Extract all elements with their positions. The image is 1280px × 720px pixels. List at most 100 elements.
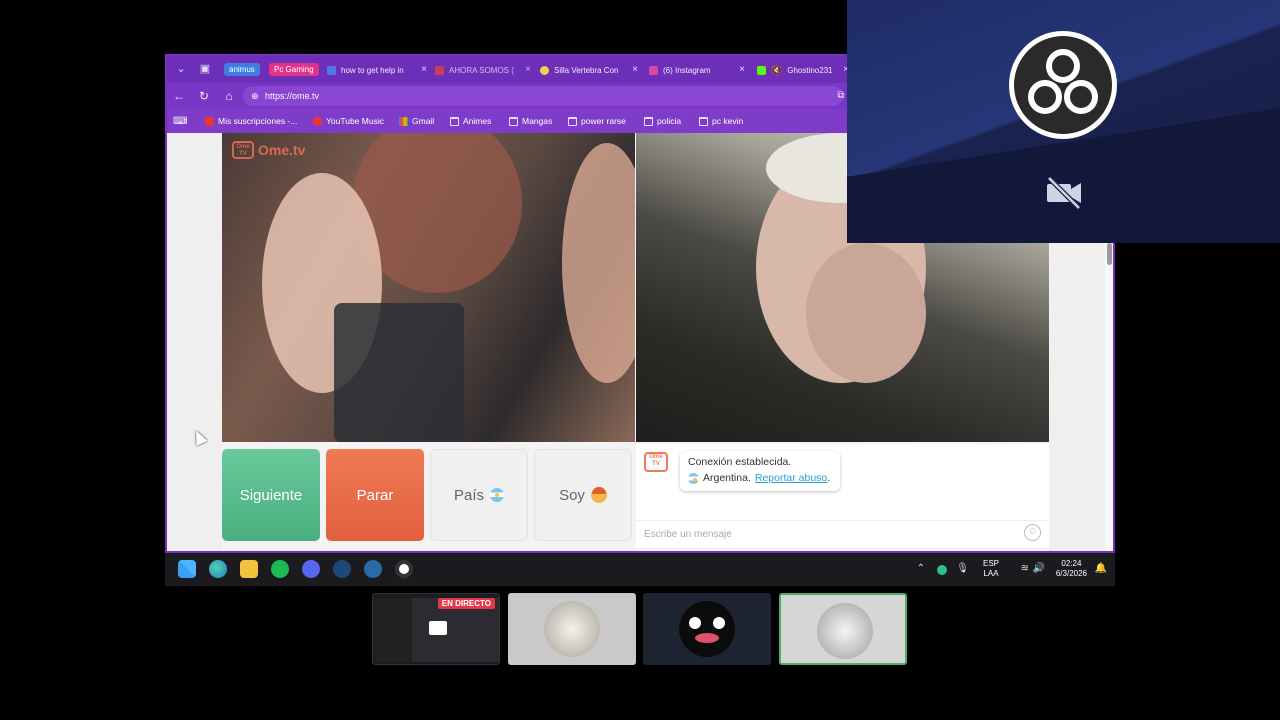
bookmark-folder-pc-kevin[interactable]: pc kevin (699, 114, 743, 128)
bookmark-folder-policia[interactable]: policia (644, 114, 681, 128)
edge-icon[interactable] (209, 560, 227, 578)
gender-label: Soy (559, 486, 585, 504)
store-favicon-icon (540, 65, 549, 75)
folder-icon (699, 116, 708, 126)
microphone-icon[interactable]: 🎙 (956, 563, 969, 574)
reload-icon[interactable]: ↻ (196, 88, 212, 104)
input-language[interactable]: ESP LAA (983, 559, 999, 579)
message-input[interactable]: Escribe un mensaje (636, 520, 1049, 548)
avatar-eye (713, 617, 725, 629)
tab-title: Ghostino231 (787, 65, 833, 75)
close-tab-icon[interactable]: × (525, 64, 531, 75)
avatar-mouth (695, 633, 719, 643)
next-button[interactable]: Siguiente (222, 449, 320, 541)
bookmark-gmail[interactable]: Gmail (399, 114, 434, 128)
bookmark-youtube-music[interactable]: YouTube Music (313, 114, 384, 128)
search-favicon-icon (327, 65, 336, 75)
bookmark-label: Gmail (412, 116, 435, 126)
bookmark-folder-animes[interactable]: Animes (450, 114, 491, 128)
country-button[interactable]: País (430, 449, 528, 541)
folder-icon (568, 116, 577, 126)
tab[interactable]: Silla Vertebra Con × (540, 60, 638, 80)
live-badge: EN DIRECTO (437, 598, 495, 609)
bookmark-label: YouTube Music (326, 116, 384, 126)
obs-taskbar-icon[interactable] (395, 560, 413, 578)
stranger-video: Ome TV Ome.tv (222, 133, 635, 442)
scrollbar-thumb[interactable] (1107, 243, 1112, 265)
ometv-chat-logo: Ome TV (644, 452, 668, 472)
gmail-icon (399, 116, 408, 126)
time: 02:24 (1061, 559, 1082, 568)
tab-title: Silla Vertebra Con (554, 65, 619, 75)
workspaces-icon[interactable]: ▣ (197, 61, 213, 77)
screen-share-thumbnail[interactable]: EN DIRECTO (372, 593, 500, 665)
participant-thumbnail[interactable] (643, 593, 771, 665)
steam-icon[interactable] (333, 560, 351, 578)
stop-button[interactable]: Parar (326, 449, 424, 541)
close-tab-icon[interactable]: × (421, 64, 427, 75)
video-subject (562, 143, 635, 383)
tab[interactable]: AHORA SOMOS ( × (435, 60, 531, 80)
bookmark-label: policia (657, 116, 682, 126)
notifications-icon[interactable]: 🔔 (1095, 563, 1107, 574)
bookmark-folder-power-rarse[interactable]: power rarse (568, 114, 626, 128)
back-icon[interactable]: ← (171, 88, 187, 104)
show-hidden-icons[interactable]: ⌃ (917, 563, 925, 574)
participant-thumbnail[interactable] (508, 593, 636, 665)
steam-icon[interactable] (364, 560, 382, 578)
avatar (544, 601, 600, 657)
gender-button[interactable]: Soy (534, 449, 632, 541)
ometv-logo: Ome TV Ome.tv (232, 141, 305, 159)
tab-list-chevron-icon[interactable]: ⌄ (173, 61, 189, 77)
youtube-favicon-icon (435, 65, 444, 75)
folder-icon (644, 116, 653, 126)
left-margin (167, 133, 222, 551)
app-tray-icon[interactable] (937, 565, 947, 575)
participant-thumbnail-speaking[interactable] (779, 593, 907, 665)
home-icon[interactable]: ⌂ (221, 88, 237, 104)
site-info-icon[interactable]: ⊕ (251, 86, 259, 106)
date: 6/3/2026 (1055, 569, 1087, 578)
file-explorer-icon[interactable] (240, 560, 258, 578)
close-tab-icon[interactable]: × (739, 64, 745, 75)
tab-title: AHORA SOMOS ( (449, 65, 514, 75)
chat-panel: Ome TV Conexión establecida. Argentina. … (636, 444, 1049, 548)
url-field[interactable]: ⊕ https://ome.tv (243, 86, 843, 106)
video-hand (806, 243, 926, 383)
tab[interactable]: how to get help in × (327, 60, 427, 80)
emoji-icon[interactable]: ☺ (1024, 524, 1041, 541)
wifi-icon[interactable]: ≋ (1021, 563, 1029, 574)
tab[interactable]: 🔇 Ghostino231 × (757, 60, 849, 80)
keyboard-layout: LAA (983, 569, 999, 578)
discord-icon[interactable] (302, 560, 320, 578)
language-code: ESP (982, 559, 999, 568)
tab-group-animus[interactable]: animus (224, 63, 260, 76)
youtube-music-icon (313, 116, 322, 126)
muted-speaker-icon[interactable]: 🔇 (771, 65, 782, 76)
kick-favicon-icon (757, 65, 766, 75)
bookmark-folder-mangas[interactable]: Mangas (509, 114, 552, 128)
windows-taskbar: ⌃ 🎙 ESP LAA ≋ 🔊 02:24 6/3/2026 🔔 (165, 553, 1115, 586)
tab-group-pc-gaming[interactable]: Pc Gaming (269, 63, 319, 76)
instagram-favicon-icon (649, 65, 658, 75)
youtube-icon (205, 116, 214, 126)
bookmarks-sidebar-icon[interactable]: ⌨ (173, 114, 187, 128)
url-text: https://ome.tv (265, 91, 320, 101)
spotify-icon[interactable] (271, 560, 289, 578)
screen-share-icon (429, 621, 447, 635)
boy-face-icon (590, 487, 607, 503)
report-abuse-link[interactable]: Reportar abuso (755, 472, 827, 484)
clock[interactable]: 02:24 6/3/2026 (1056, 559, 1087, 579)
avatar-eye (689, 617, 701, 629)
bookmark-label: Mangas (522, 116, 553, 126)
bookmark-mis-suscripciones[interactable]: Mis suscripciones -... (205, 114, 297, 128)
volume-icon[interactable]: 🔊 (1033, 563, 1045, 574)
start-icon[interactable] (178, 560, 196, 578)
tab[interactable]: (6) Instagram × (649, 60, 745, 80)
close-tab-icon[interactable]: × (632, 64, 638, 75)
argentina-flag-icon (490, 488, 504, 502)
tab-title: (6) Instagram (663, 65, 711, 75)
bookmark-label: Mis suscripciones -... (218, 116, 298, 126)
bookmark-label: pc kevin (712, 116, 744, 126)
obs-logo-inner (1014, 36, 1112, 134)
